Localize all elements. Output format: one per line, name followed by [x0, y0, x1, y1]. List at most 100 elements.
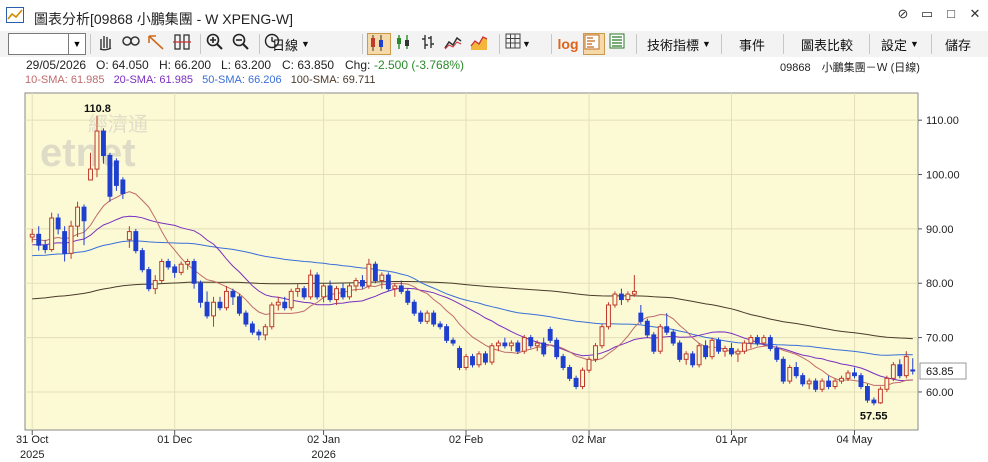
candle-body: [107, 155, 113, 197]
candlestick-chart[interactable]: 經濟通etnet60.0070.0080.0090.00100.00110.00…: [0, 0, 988, 462]
candle-body: [741, 342, 747, 352]
x-tick-label: 04 May: [836, 434, 873, 446]
candle-body: [379, 274, 385, 282]
candle-body: [29, 233, 35, 238]
y-tick-label: 110.00: [926, 115, 959, 127]
candle-body: [217, 301, 223, 309]
candle-body: [897, 364, 903, 377]
candle-body: [483, 353, 488, 363]
candle-body: [152, 280, 158, 290]
candle-body: [191, 261, 197, 284]
x-tick-label: 02 Jan: [307, 434, 340, 446]
candle-body: [398, 285, 404, 292]
candle-body: [489, 345, 495, 363]
candle-body: [845, 372, 851, 379]
candle-body: [670, 331, 676, 344]
candle-body: [165, 261, 171, 268]
candle-body: [502, 342, 508, 347]
candle-body: [62, 231, 68, 254]
x-tick-label: 31 Oct: [16, 434, 48, 446]
candle-body: [385, 274, 391, 290]
candle-body: [211, 301, 216, 317]
candle-body: [852, 372, 857, 377]
candle-body: [470, 356, 475, 366]
candle-body: [593, 345, 598, 360]
candle-body: [42, 244, 48, 251]
candle-body: [541, 342, 547, 355]
candle-body: [819, 380, 825, 390]
candle-body: [761, 337, 767, 344]
candle-body: [224, 290, 229, 309]
candle-body: [903, 356, 909, 377]
candle-body: [243, 312, 249, 325]
candle-body: [113, 160, 119, 186]
candle-body: [327, 285, 333, 301]
candle-body: [437, 323, 443, 328]
candle-body: [832, 380, 838, 388]
candle-body: [586, 358, 592, 371]
candle-body: [88, 168, 93, 181]
candle-body: [126, 231, 132, 241]
candle-body: [198, 282, 204, 303]
candle-body: [68, 225, 74, 254]
candle-body: [826, 380, 832, 388]
y-tick-label: 100.00: [926, 170, 960, 182]
candle-body: [638, 312, 644, 322]
y-tick-label: 90.00: [926, 224, 954, 236]
candle-body: [230, 290, 236, 298]
candle-body: [787, 366, 793, 382]
candle-body: [567, 366, 573, 379]
candle-body: [444, 326, 450, 341]
candle-body: [664, 326, 670, 333]
candle-body: [321, 285, 327, 298]
candle-body: [405, 290, 411, 303]
candle-body: [877, 388, 883, 404]
candle-body: [450, 339, 456, 344]
candle-body: [457, 347, 462, 368]
candle-body: [49, 217, 55, 251]
candle-body: [774, 347, 780, 360]
x-tick-sublabel: 2025: [20, 449, 44, 461]
candle-body: [308, 274, 314, 298]
x-tick-label: 02 Feb: [449, 434, 483, 446]
candle-body: [580, 369, 586, 388]
candle-body: [573, 377, 579, 388]
candle-body: [431, 312, 437, 325]
candle-body: [256, 331, 262, 336]
candle-body: [334, 288, 339, 301]
candle-body: [262, 326, 268, 336]
candle-body: [392, 285, 398, 290]
candle-body: [651, 334, 657, 352]
candle-body: [508, 342, 514, 347]
high-annotation: 110.8: [84, 103, 111, 115]
candle-body: [631, 290, 637, 295]
candle-body: [495, 342, 501, 347]
candle-body: [644, 320, 650, 336]
candle-body: [515, 342, 521, 352]
y-tick-label: 80.00: [926, 278, 954, 290]
last-price-label: 63.85: [926, 366, 954, 378]
candle-body: [884, 377, 890, 390]
candle-body: [839, 377, 844, 382]
candle-body: [172, 266, 178, 273]
candle-body: [204, 301, 210, 317]
x-tick-label: 01 Apr: [716, 434, 748, 446]
candle-body: [359, 280, 365, 287]
candle-body: [606, 304, 611, 328]
x-tick-label: 02 Mar: [572, 434, 607, 446]
candle-body: [612, 293, 618, 306]
candle-body: [301, 288, 307, 298]
candle-body: [269, 304, 275, 328]
candle-body: [547, 328, 553, 341]
candle-body: [353, 280, 359, 287]
candle-body: [185, 261, 191, 265]
candle-body: [133, 231, 139, 252]
candle-body: [748, 337, 754, 344]
x-tick-label: 01 Dec: [157, 434, 192, 446]
candle-body: [288, 290, 294, 309]
candle-body: [618, 293, 624, 301]
candle-body: [418, 312, 424, 322]
candle-body: [476, 353, 482, 366]
candle-body: [120, 179, 126, 195]
candle-body: [806, 380, 812, 385]
